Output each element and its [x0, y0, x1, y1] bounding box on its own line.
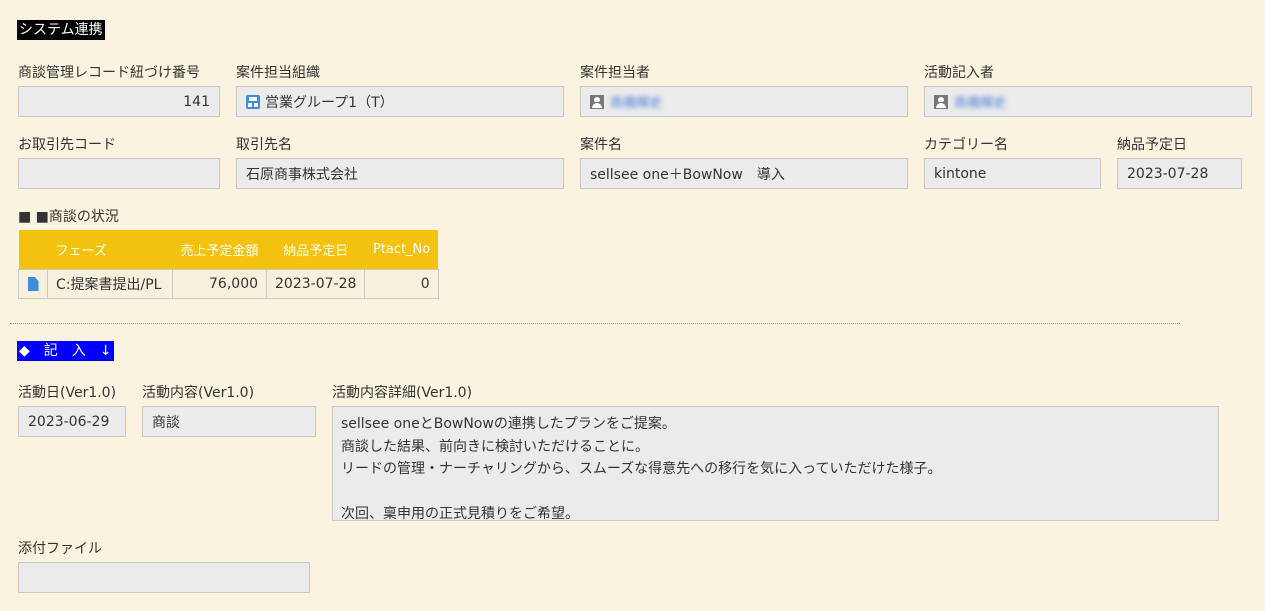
activity-date-value: 2023-06-29	[28, 413, 110, 430]
column-amount: 売上予定金額	[172, 230, 267, 270]
category-value: kintone	[934, 165, 987, 182]
project-name-label: 案件名	[580, 137, 622, 153]
detail-line: 商談した結果、前向きに検討いただけることに。	[341, 438, 649, 455]
org-value: 営業グループ1（T）	[265, 94, 394, 111]
activity-detail-field[interactable]: sellsee oneとBowNowの連携したプランをご提案。 商談した結果、前…	[332, 406, 1219, 522]
org-label: 案件担当組織	[236, 65, 320, 81]
section-title-entry: ◆ 記 入 ↓	[17, 341, 114, 361]
activity-content-label: 活動内容(Ver1.0)	[142, 385, 255, 401]
recorder-field[interactable]: 高橋輝史	[924, 86, 1252, 117]
row-document-cell[interactable]	[18, 269, 48, 299]
deal-record-no-label: 商談管理レコード紐づけ番号	[18, 65, 200, 81]
org-field[interactable]: 営業グループ1（T）	[236, 86, 564, 117]
owner-field[interactable]: 高橋輝史	[580, 86, 908, 117]
deal-record-no-field[interactable]: 141	[18, 86, 220, 117]
activity-date-label: 活動日(Ver1.0)	[18, 385, 117, 401]
attachment-label: 添付ファイル	[18, 541, 102, 557]
client-code-label: お取引先コード	[18, 137, 116, 153]
recorder-label: 活動記入者	[924, 65, 994, 81]
column-ptact-no: Ptact_No	[364, 230, 439, 270]
amount-cell: 76,000	[171, 269, 268, 299]
detail-line: リードの管理・ナーチャリングから、スムーズな得意先への移行を気に入っていただけた…	[341, 461, 942, 477]
user-icon	[934, 94, 948, 109]
document-icon[interactable]	[27, 277, 39, 291]
delivery-date-field[interactable]: 2023-07-28	[1117, 158, 1242, 189]
owner-label: 案件担当者	[580, 65, 650, 81]
client-name-value: 石原商事株式会社	[246, 166, 358, 183]
activity-content-field[interactable]: 商談	[142, 406, 316, 437]
delivery-date-cell: 2023-07-28	[266, 269, 366, 299]
deal-status-title: ■ ■商談の状況	[18, 209, 119, 225]
detail-line	[341, 481, 1210, 504]
icon-column-header	[18, 230, 48, 270]
project-name-field[interactable]: sellsee one＋BowNow 導入	[580, 158, 908, 189]
detail-line: 次回、稟申用の正式見積りをご希望。	[341, 506, 579, 522]
column-delivery-date: 納品予定日	[266, 230, 365, 270]
table-row: C:提案書提出/PL 76,000 2023-07-28 0	[18, 269, 439, 299]
delivery-date-value: 2023-07-28	[1127, 165, 1209, 182]
deal-status-table: フェーズ 売上予定金額 納品予定日 Ptact_No C:提案書提出/PL 76…	[18, 230, 439, 299]
activity-detail-label: 活動内容詳細(Ver1.0)	[332, 385, 473, 401]
ptact-no-cell: 0	[364, 269, 439, 299]
owner-value[interactable]: 高橋輝史	[610, 92, 662, 111]
category-label: カテゴリー名	[924, 137, 1008, 153]
recorder-value[interactable]: 高橋輝史	[954, 92, 1006, 111]
activity-content-value: 商談	[152, 414, 180, 431]
delivery-date-label: 納品予定日	[1117, 137, 1187, 153]
client-name-field[interactable]: 石原商事株式会社	[236, 158, 564, 189]
divider	[10, 323, 1180, 324]
deal-record-no-value: 141	[183, 93, 210, 110]
client-name-label: 取引先名	[236, 137, 292, 153]
organization-icon	[246, 94, 260, 109]
table-header-row: フェーズ 売上予定金額 納品予定日 Ptact_No	[18, 230, 439, 270]
section-title-system: システム連携	[17, 20, 105, 40]
attachment-field[interactable]	[18, 562, 310, 593]
activity-date-field[interactable]: 2023-06-29	[18, 406, 126, 437]
detail-line: sellsee oneとBowNowの連携したプランをご提案。	[341, 416, 676, 432]
project-name-value: sellsee one＋BowNow 導入	[590, 166, 785, 183]
category-field[interactable]: kintone	[924, 158, 1101, 189]
client-code-field[interactable]	[18, 158, 220, 189]
user-icon	[590, 94, 604, 109]
phase-cell: C:提案書提出/PL	[47, 269, 173, 299]
column-phase: フェーズ	[47, 230, 173, 270]
